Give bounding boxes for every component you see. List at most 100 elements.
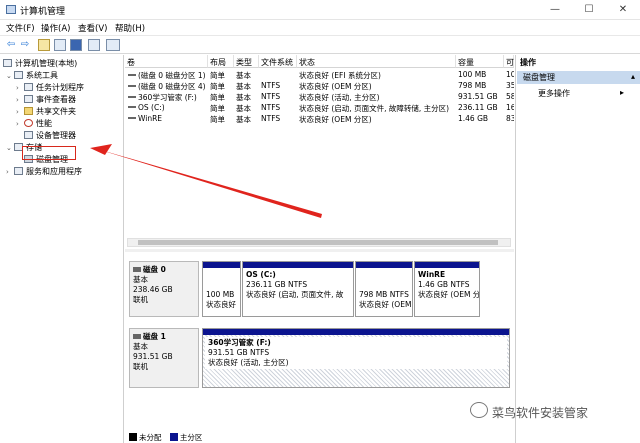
partition-360-f[interactable]: 360学习管家 (F:) 931.51 GB NTFS 状态良好 (活动, 主分区) (202, 328, 510, 388)
expand-right-icon[interactable]: ▸ (620, 88, 624, 97)
disk-0-label[interactable]: 磁盘 0 基本 238.46 GB 联机 (129, 261, 199, 317)
expand-arrow-icon[interactable]: › (6, 168, 14, 176)
menu-view[interactable]: 查看(V) (78, 22, 107, 34)
layout-cell: 简单 (210, 104, 225, 113)
wechat-logo-icon (470, 402, 488, 418)
type-cell: 基本 (236, 115, 251, 124)
column-header-status[interactable]: 状态 (297, 55, 456, 68)
tree-shared-folders[interactable]: › 共享文件夹 (16, 106, 76, 117)
layout-cell: 简单 (210, 71, 225, 80)
volume-cell: OS (C:) (128, 103, 208, 112)
disk-size: 931.51 GB (133, 352, 173, 361)
tools-icon (14, 71, 23, 79)
free-cell: 58 (506, 92, 514, 101)
computer-icon (3, 59, 12, 67)
disk-name: 磁盘 0 (133, 265, 195, 275)
help-icon[interactable] (70, 39, 82, 51)
volume-cell: 360学习管家 (F:) (128, 92, 208, 103)
performance-icon (24, 119, 33, 127)
navigation-tree: 计算机管理(本地) ⌄ 系统工具 › 任务计划程序 › 事件查看器 › 共享文件夹 › 性… (0, 55, 124, 443)
column-header-type[interactable]: 类型 (234, 55, 259, 68)
layout-cell: 简单 (210, 115, 225, 124)
disk-status: 联机 (133, 295, 148, 304)
primary-swatch (169, 433, 178, 441)
menu-action[interactable]: 操作(A) (41, 22, 70, 34)
free-cell: 10 (506, 70, 514, 79)
console-icon[interactable] (106, 39, 120, 51)
pane-divider[interactable] (125, 249, 514, 252)
legend: 未分配 主分区 (129, 432, 202, 443)
actions-header: 操作 (520, 58, 536, 67)
type-cell: 基本 (236, 82, 251, 91)
actions-disk-management[interactable]: 磁盘管理 ▴ (517, 71, 640, 84)
volume-list-pane: 卷 布局 类型 文件系统 状态 容量 可 (磁盘 0 磁盘分区 1) 简单 基本… (125, 55, 514, 443)
column-header-filesystem[interactable]: 文件系统 (259, 55, 297, 68)
window-title: 计算机管理 (20, 7, 66, 17)
capacity-cell: 931.51 GB (458, 92, 498, 101)
maximize-button[interactable]: ☐ (572, 0, 606, 20)
clock-icon (24, 83, 33, 91)
tree-system-tools[interactable]: ⌄ 系统工具 (6, 70, 58, 81)
volume-cell: WinRE (128, 114, 208, 123)
event-log-icon (24, 95, 33, 103)
partition-efi[interactable]: 100 MB 状态良好 (202, 261, 241, 317)
status-cell: 状态良好 (OEM 分区) (299, 115, 372, 124)
partition-winre[interactable]: WinRE 1.46 GB NTFS 状态良好 (OEM 分 (414, 261, 480, 317)
more-actions[interactable]: 更多操作 ▸ (538, 88, 624, 99)
expand-arrow-icon[interactable]: › (16, 108, 24, 116)
expand-arrow-icon[interactable]: › (16, 120, 24, 128)
collapse-arrow-icon[interactable]: ⌄ (6, 72, 14, 80)
column-header-capacity[interactable]: 容量 (456, 55, 504, 68)
watermark: 菜鸟软件安装管家 (492, 406, 589, 420)
back-arrow-icon[interactable]: ⇦ (5, 39, 17, 51)
filesystem-cell: NTFS (261, 103, 281, 112)
partition-oem[interactable]: 798 MB NTFS 状态良好 (OEM (355, 261, 413, 317)
filesystem-cell: NTFS (261, 81, 281, 90)
disk-size: 238.46 GB (133, 285, 173, 294)
menu-file[interactable]: 文件(F) (6, 22, 35, 34)
status-cell: 状态良好 (活动, 主分区) (299, 93, 380, 102)
menu-help[interactable]: 帮助(H) (115, 22, 145, 34)
menu-bar: 文件(F) 操作(A) 查看(V) 帮助(H) (0, 20, 640, 36)
type-cell: 基本 (236, 104, 251, 113)
status-cell: 状态良好 (启动, 页面文件, 故障转储, 主分区) (299, 104, 450, 113)
capacity-cell: 798 MB (458, 81, 487, 90)
disk-icon (133, 267, 141, 272)
show-hide-tree-icon[interactable] (54, 39, 66, 51)
filesystem-cell: NTFS (261, 114, 281, 123)
status-cell: 状态良好 (OEM 分区) (299, 82, 372, 91)
up-folder-icon[interactable] (38, 39, 50, 51)
expand-arrow-icon[interactable]: › (16, 96, 24, 104)
close-button[interactable]: ✕ (606, 0, 640, 20)
disk-status: 联机 (133, 362, 148, 371)
scrollbar-thumb[interactable] (138, 240, 498, 245)
computer-management-icon (6, 5, 16, 14)
disk-name: 磁盘 1 (133, 332, 195, 342)
horizontal-scrollbar[interactable] (127, 238, 511, 247)
tree-performance[interactable]: › 性能 (16, 118, 52, 129)
free-cell: 35 (506, 81, 514, 90)
disk-type: 基本 (133, 342, 148, 351)
disk-1-label[interactable]: 磁盘 1 基本 931.51 GB 联机 (129, 328, 199, 388)
properties-icon[interactable] (88, 39, 100, 51)
forward-arrow-icon[interactable]: ⇨ (19, 39, 31, 51)
column-header-free[interactable]: 可 (504, 55, 514, 68)
capacity-cell: 1.46 GB (458, 114, 489, 123)
minimize-button[interactable]: — (538, 0, 572, 20)
tree-services-apps[interactable]: › 服务和应用程序 (6, 166, 82, 177)
filesystem-cell: NTFS (261, 92, 281, 101)
tree-device-manager[interactable]: 设备管理器 (24, 130, 76, 141)
expand-arrow-icon[interactable]: › (16, 84, 24, 92)
column-header-volume[interactable]: 卷 (125, 55, 208, 68)
column-header-layout[interactable]: 布局 (208, 55, 234, 68)
tree-task-scheduler[interactable]: › 任务计划程序 (16, 82, 84, 93)
collapse-arrow-icon[interactable]: ⌄ (6, 144, 14, 152)
status-cell: 状态良好 (EFI 系统分区) (299, 71, 381, 80)
disk-type: 基本 (133, 275, 148, 284)
partition-os-c[interactable]: OS (C:) 236.11 GB NTFS 状态良好 (启动, 页面文件, 故 (242, 261, 354, 317)
free-cell: 16 (506, 103, 514, 112)
toolbar: ⇦ ⇨ (0, 36, 640, 54)
tree-event-viewer[interactable]: › 事件查看器 (16, 94, 76, 105)
tree-root[interactable]: 计算机管理(本地) (3, 58, 77, 69)
collapse-up-icon[interactable]: ▴ (631, 72, 635, 81)
